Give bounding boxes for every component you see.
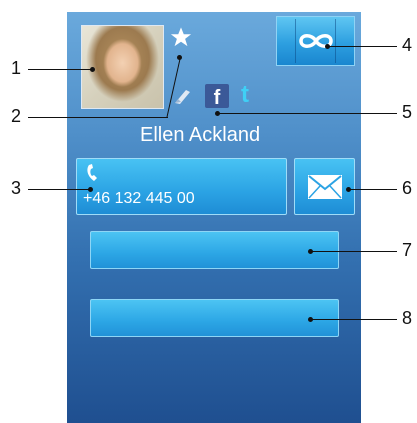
callout-line-5 [217,113,397,114]
twitter-glyph: t [241,81,249,108]
callout-dot-3 [88,187,93,192]
callout-line-2a [28,117,168,118]
callout-4: 4 [401,35,412,55]
contact-name: Ellen Ackland [140,124,261,146]
callout-line-2b [166,58,181,118]
callout-line-4 [327,46,397,47]
facebook-icon[interactable]: f [205,84,229,108]
facebook-glyph: f [213,87,221,109]
message-button[interactable] [294,158,355,215]
callout-dot-5 [215,111,220,116]
action-bar-button-1[interactable] [90,231,339,269]
callout-7: 7 [401,240,412,260]
callout-line-7 [310,251,397,252]
callout-dot-7 [308,249,313,254]
phone-number: +46 132 445 00 [83,190,195,207]
callout-8: 8 [401,308,412,328]
callout-1: 1 [10,58,21,78]
callout-dot-2 [177,55,182,60]
callout-line-8 [310,319,397,320]
callout-dot-8 [308,317,313,322]
callout-5: 5 [401,102,412,122]
callout-3: 3 [10,178,21,198]
callout-dot-6 [346,187,351,192]
callout-dot-1 [90,67,95,72]
infinity-icon [298,34,333,48]
phone-icon [87,164,97,181]
callout-2: 2 [10,106,21,126]
callout-line-6 [348,189,397,190]
call-button[interactable]: +46 132 445 00 [76,158,287,215]
action-bar-button-2[interactable] [90,299,339,337]
star-icon[interactable] [170,26,192,48]
twitter-icon[interactable]: t [234,81,256,108]
callout-dot-4 [325,44,330,49]
callout-line-3 [28,189,90,190]
callout-line-1 [28,69,92,70]
callout-6: 6 [401,178,412,198]
envelope-icon [307,174,342,199]
infinity-button[interactable] [276,16,355,66]
